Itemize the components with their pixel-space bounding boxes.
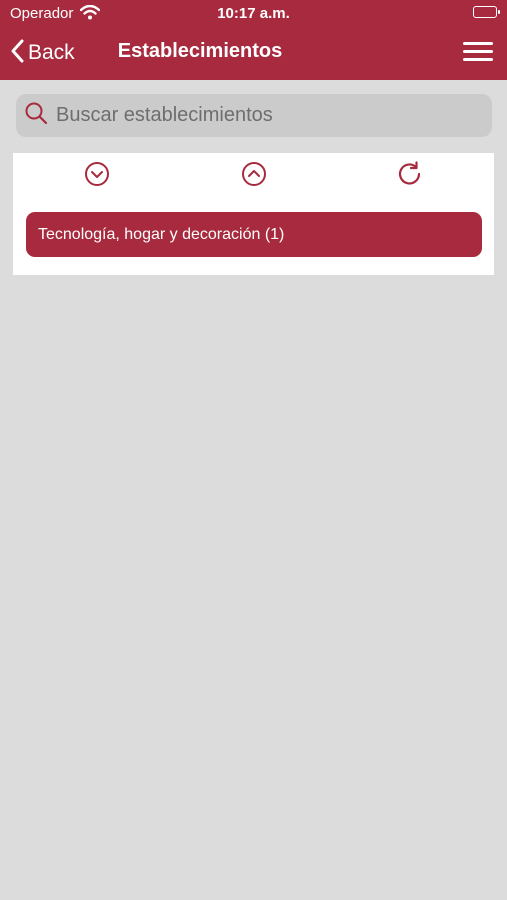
category-item[interactable]: Tecnología, hogar y decoración (1): [26, 212, 482, 257]
chevron-up-circle-icon[interactable]: [240, 160, 268, 188]
page-title: Establecimientos: [117, 40, 283, 62]
status-time: 10:17 a.m.: [217, 5, 290, 22]
refresh-icon[interactable]: [396, 160, 424, 188]
status-bar: Operador 10:17 a.m.: [0, 0, 507, 28]
chevron-down-circle-icon[interactable]: [83, 160, 111, 188]
hamburger-menu-icon[interactable]: [463, 42, 493, 64]
battery-icon: [473, 6, 500, 18]
search-input[interactable]: [54, 103, 478, 128]
app-header: Operador 10:17 a.m. Back Establecimiento…: [0, 0, 507, 80]
categories-panel: Tecnología, hogar y decoración (1): [13, 153, 494, 275]
nav-bar: Back Establecimientos: [0, 28, 507, 78]
search-bar[interactable]: [16, 94, 492, 137]
search-icon: [24, 101, 48, 130]
